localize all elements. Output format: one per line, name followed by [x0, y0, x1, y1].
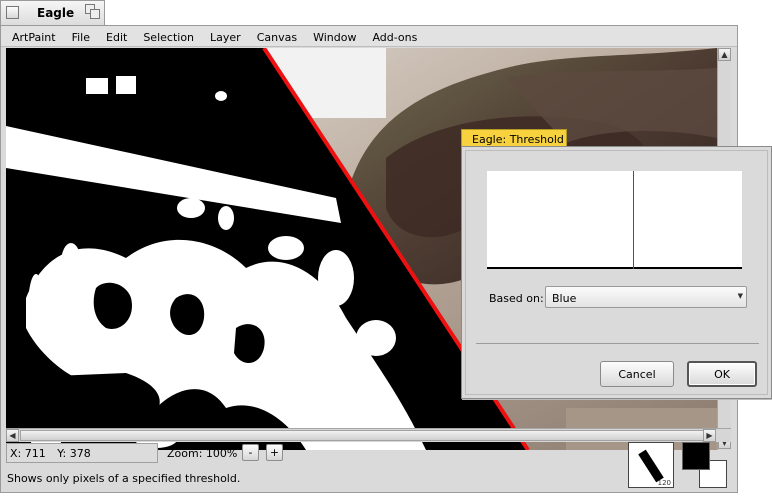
dialog-body: Based on: Blue ▼ Cancel OK — [465, 150, 768, 395]
based-on-value: Blue — [552, 292, 577, 305]
dropdown-arrow-icon: ▼ — [737, 292, 743, 300]
arrow-left-icon[interactable]: ◀ — [6, 429, 19, 442]
menu-artpaint[interactable]: ArtPaint — [1, 26, 64, 47]
threshold-marker[interactable] — [633, 171, 634, 269]
brush-size: 120 — [657, 479, 671, 487]
close-box-icon[interactable] — [6, 6, 19, 19]
zoom-in-button[interactable]: + — [266, 444, 283, 461]
coord-y: Y: 378 — [57, 447, 91, 460]
menu-edit[interactable]: Edit — [98, 26, 135, 47]
horizontal-scrollbar[interactable]: ◀ ▶ — [6, 428, 731, 442]
zoom-out-button[interactable]: - — [242, 444, 259, 461]
dialog-title-tab[interactable]: Eagle: Threshold — [461, 129, 567, 147]
menu-add-ons[interactable]: Add-ons — [364, 26, 425, 47]
brush-preview[interactable]: 120 — [628, 442, 674, 488]
zoom-label: Zoom: 100% — [167, 447, 238, 460]
foreground-color-swatch[interactable] — [682, 442, 710, 470]
dialog-separator — [476, 343, 759, 344]
coord-x: X: 711 — [10, 447, 46, 460]
window-title: Eagle — [37, 6, 75, 20]
horizontal-scroll-thumb[interactable] — [20, 430, 706, 441]
menu-bar: ArtPaint File Edit Selection Layer Canva… — [1, 26, 737, 47]
menu-window[interactable]: Window — [305, 26, 364, 47]
zoom-box-icon[interactable] — [85, 4, 101, 20]
window-tab[interactable]: Eagle — [0, 0, 105, 25]
menu-selection[interactable]: Selection — [135, 26, 202, 47]
menu-file[interactable]: File — [64, 26, 98, 47]
cursor-coordinates: X: 711 Y: 378 — [6, 443, 158, 463]
arrow-up-icon[interactable]: ▲ — [718, 48, 731, 61]
menu-layer[interactable]: Layer — [202, 26, 249, 47]
threshold-dialog: Based on: Blue ▼ Cancel OK — [461, 146, 772, 399]
ok-button[interactable]: OK — [687, 361, 757, 387]
menu-canvas[interactable]: Canvas — [249, 26, 305, 47]
cancel-button[interactable]: Cancel — [600, 361, 674, 387]
arrow-right-icon[interactable]: ▶ — [703, 429, 716, 442]
status-help-text: Shows only pixels of a specified thresho… — [7, 472, 241, 485]
threshold-histogram[interactable] — [487, 171, 742, 269]
based-on-select[interactable]: Blue ▼ — [545, 286, 747, 308]
based-on-label: Based on: — [489, 292, 544, 305]
